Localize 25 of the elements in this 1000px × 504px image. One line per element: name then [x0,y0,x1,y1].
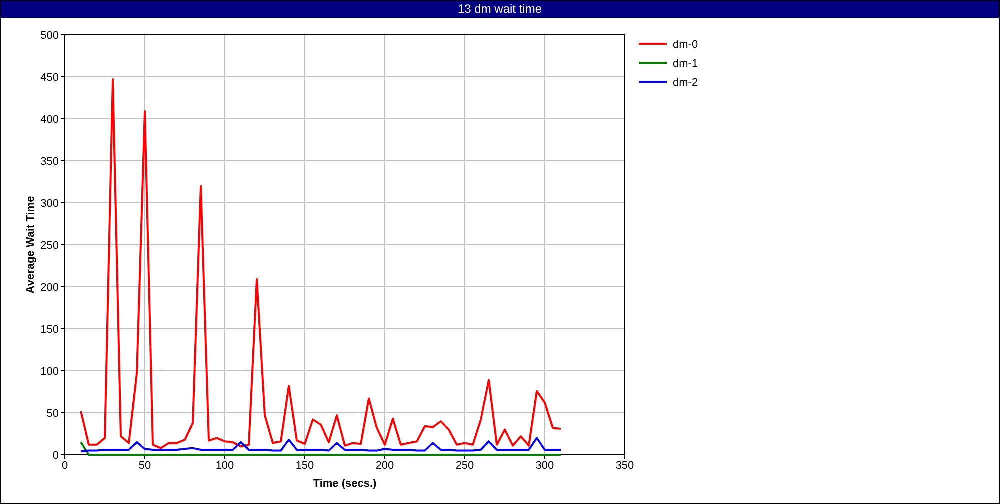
legend-label: dm-2 [673,77,698,89]
y-tick-label: 150 [40,324,59,336]
x-tick-label: 300 [536,460,554,472]
y-tick-label: 400 [40,114,59,126]
y-tick-label: 0 [52,450,59,462]
x-tick-label: 250 [456,460,474,472]
x-tick-label: 50 [138,460,152,472]
legend-label: dm-1 [673,58,698,70]
x-tick-label: 150 [296,460,314,472]
y-tick-label: 300 [40,198,59,210]
window-title: 13 dm wait time [1,1,999,18]
x-axis-title: Time (secs.) [313,478,377,490]
y-tick-label: 50 [46,408,59,420]
x-tick-label: 0 [62,460,68,472]
y-tick-label: 450 [40,72,59,84]
y-tick-label: 350 [40,156,59,168]
x-tick-label: 100 [216,460,234,472]
x-tick-label: 350 [616,460,634,472]
y-axis-title: Average Wait Time [25,196,37,294]
x-tick-label: 200 [376,460,394,472]
legend-label: dm-0 [673,39,698,51]
y-tick-label: 200 [40,282,59,294]
y-tick-label: 100 [40,366,59,378]
y-tick-label: 250 [40,240,59,252]
y-tick-label: 500 [40,30,59,42]
